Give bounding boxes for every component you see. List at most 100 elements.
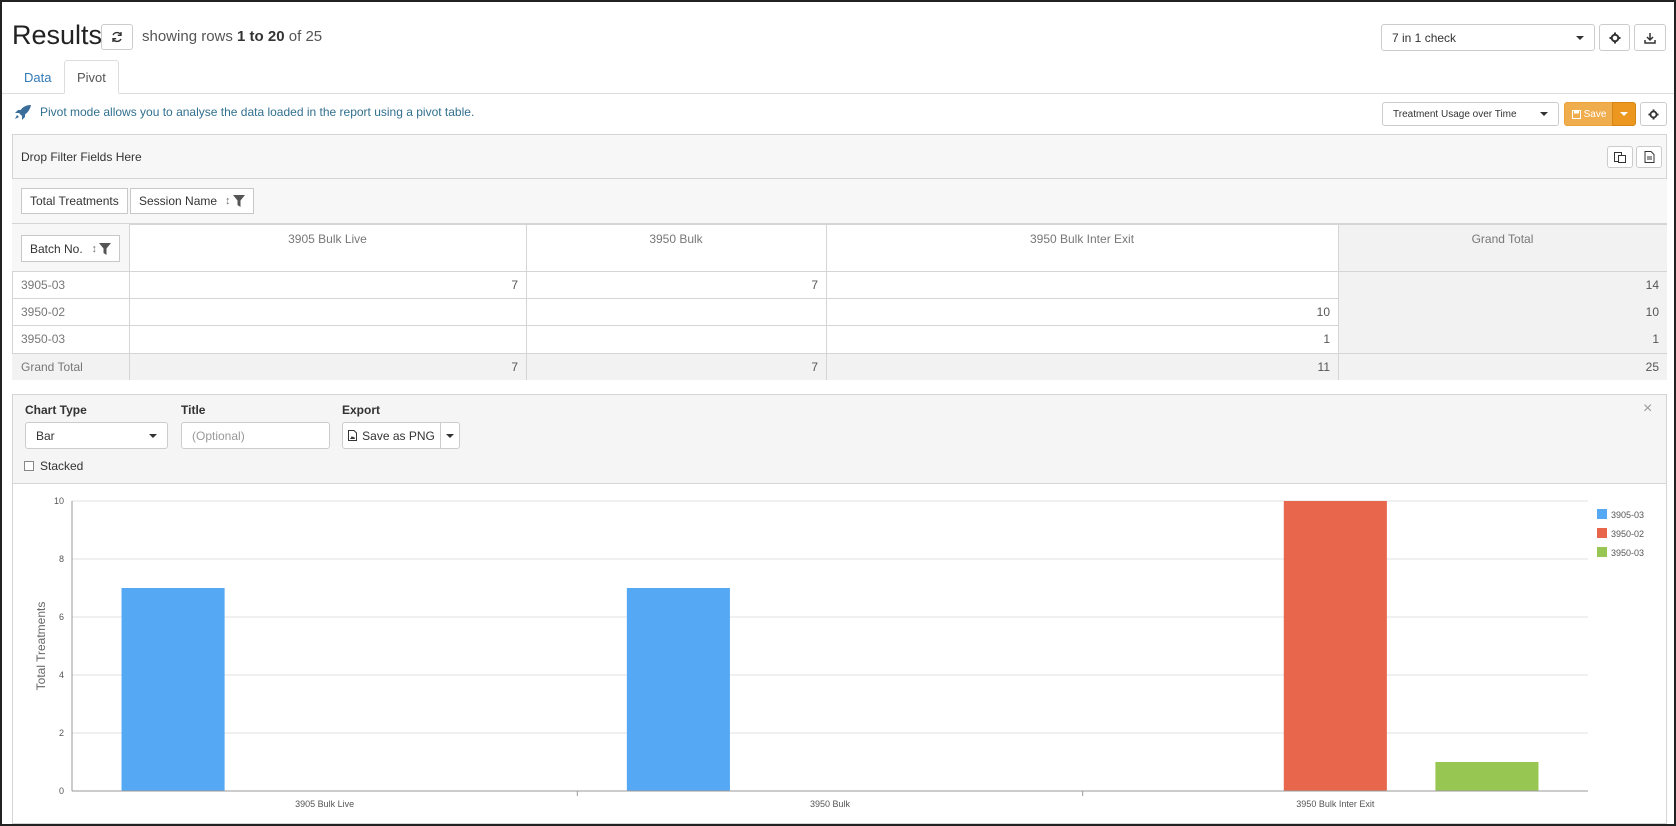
sort-icon[interactable]: ↕: [225, 195, 231, 207]
rocket-icon: [15, 105, 31, 120]
row-field-label: Batch No.: [30, 241, 83, 256]
legend-swatch: [1597, 509, 1607, 519]
pivot-settings-button[interactable]: [1640, 102, 1667, 126]
file-image-icon: [348, 430, 358, 441]
legend-swatch: [1597, 547, 1607, 557]
chart-title-input[interactable]: (Optional): [181, 422, 330, 449]
filter-drop-label: Drop Filter Fields Here: [21, 150, 142, 164]
legend-label: 3950-03: [1611, 548, 1644, 558]
chevron-down-icon: [1620, 112, 1628, 116]
bar: [1435, 762, 1539, 791]
chart-type-label: Chart Type: [25, 403, 87, 417]
table-cell: 10: [1645, 305, 1659, 319]
value-field-chip[interactable]: Total Treatments: [21, 188, 128, 214]
row-header: 3950-03: [21, 332, 66, 346]
table-cell: 7: [511, 360, 518, 374]
showing-prefix: showing rows: [142, 28, 233, 45]
column-header-grand-total: Grand Total: [1471, 232, 1534, 246]
row-header-grand-total: Grand Total: [21, 360, 83, 374]
export-label: Export: [342, 403, 381, 417]
gear-icon: [1648, 108, 1659, 120]
row-header: 3950-02: [21, 305, 66, 319]
tab-data[interactable]: Data: [12, 60, 63, 94]
y-tick-label: 10: [54, 496, 64, 506]
showing-range: 1 to 20: [237, 28, 285, 45]
y-tick-label: 2: [59, 728, 64, 738]
pivot-copy-button[interactable]: [1607, 146, 1633, 168]
table-cell: 7: [511, 278, 518, 292]
chart-type-select[interactable]: Bar: [25, 422, 168, 449]
page-title: Results: [12, 20, 103, 50]
save-png-button[interactable]: Save as PNG: [342, 422, 441, 449]
showing-total: 25: [305, 28, 323, 45]
legend-label: 3950-02: [1611, 529, 1644, 539]
showing-of: of: [288, 28, 302, 45]
tabs-divider: [2, 93, 1674, 94]
rows-summary: showing rows 1 to 20 of 25: [142, 28, 322, 45]
legend-label: 3905-03: [1611, 510, 1644, 520]
report-select[interactable]: 7 in 1 check: [1381, 24, 1595, 51]
column-field-label: Session Name: [139, 194, 218, 208]
legend-swatch: [1597, 528, 1607, 538]
copy-icon: [1614, 151, 1626, 163]
column-header: 3950 Bulk Inter Exit: [1029, 232, 1135, 246]
refresh-button[interactable]: [101, 24, 133, 50]
table-cell: 11: [1317, 360, 1330, 374]
table-cell: 1: [1652, 332, 1659, 346]
chevron-down-icon: [446, 433, 454, 438]
chart-title-placeholder: (Optional): [192, 428, 245, 443]
y-tick-label: 6: [59, 612, 64, 622]
tab-pivot[interactable]: Pivot: [64, 60, 119, 94]
filter-drop-zone[interactable]: [12, 134, 1667, 179]
file-export-icon: [1644, 151, 1654, 163]
table-cell: 10: [1316, 305, 1330, 319]
title-label: Title: [181, 403, 206, 417]
gear-icon: [1609, 32, 1620, 43]
column-field-chip[interactable]: Session Name ↕: [130, 188, 254, 214]
pivot-config-value: Treatment Usage over Time: [1393, 108, 1517, 120]
save-button[interactable]: Save: [1564, 102, 1614, 126]
chevron-down-icon: [1540, 112, 1548, 116]
column-header: 3950 Bulk: [649, 232, 703, 246]
x-tick-label: 3950 Bulk: [810, 799, 851, 809]
bar: [1283, 501, 1387, 791]
column-header: 3905 Bulk Live: [288, 232, 367, 246]
pivot-info: Pivot mode allows you to analyse the dat…: [14, 104, 474, 120]
table-cell: 25: [1645, 360, 1659, 374]
pivot-export-button[interactable]: [1636, 146, 1662, 168]
table-cell: 1: [1323, 332, 1330, 346]
download-icon: [1644, 32, 1656, 44]
stacked-label: Stacked: [40, 459, 84, 473]
report-select-value: 7 in 1 check: [1392, 30, 1457, 45]
y-tick-label: 4: [59, 670, 64, 680]
export-options-button[interactable]: [440, 422, 460, 449]
y-axis-label: Total Treatments: [34, 602, 48, 691]
x-tick-label: 3950 Bulk Inter Exit: [1296, 799, 1375, 809]
grid-line: [129, 224, 1667, 225]
table-cell: 14: [1645, 278, 1659, 292]
pivot-info-text: Pivot mode allows you to analyse the dat…: [40, 105, 475, 119]
save-png-label: Save as PNG: [362, 428, 435, 443]
sort-icon[interactable]: ↕: [92, 243, 98, 255]
chart-type-value: Bar: [36, 428, 55, 443]
table-cell: 7: [811, 360, 818, 374]
chevron-down-icon: [149, 433, 157, 438]
stacked-checkbox[interactable]: [24, 461, 34, 471]
filter-icon[interactable]: [99, 242, 111, 255]
bar: [626, 588, 730, 791]
bar-chart: 0 2 4 6 8 10 Total Treatments 3905 Bulk Live 395…: [34, 496, 1644, 809]
table-cell: 7: [811, 278, 818, 292]
pivot-header-area: [12, 179, 1667, 224]
bar: [121, 588, 225, 791]
chevron-down-icon: [1576, 35, 1584, 40]
close-chart-button[interactable]: ×: [1643, 400, 1652, 418]
settings-button[interactable]: [1599, 24, 1630, 51]
row-field-chip[interactable]: Batch No. ↕: [21, 235, 120, 262]
save-label: Save: [1583, 108, 1607, 120]
refresh-icon: [112, 31, 122, 43]
filter-icon[interactable]: [232, 195, 245, 207]
save-options-button[interactable]: [1612, 102, 1636, 126]
value-field-label: Total Treatments: [30, 194, 119, 208]
pivot-config-select[interactable]: Treatment Usage over Time: [1382, 102, 1559, 126]
download-button[interactable]: [1634, 24, 1666, 51]
